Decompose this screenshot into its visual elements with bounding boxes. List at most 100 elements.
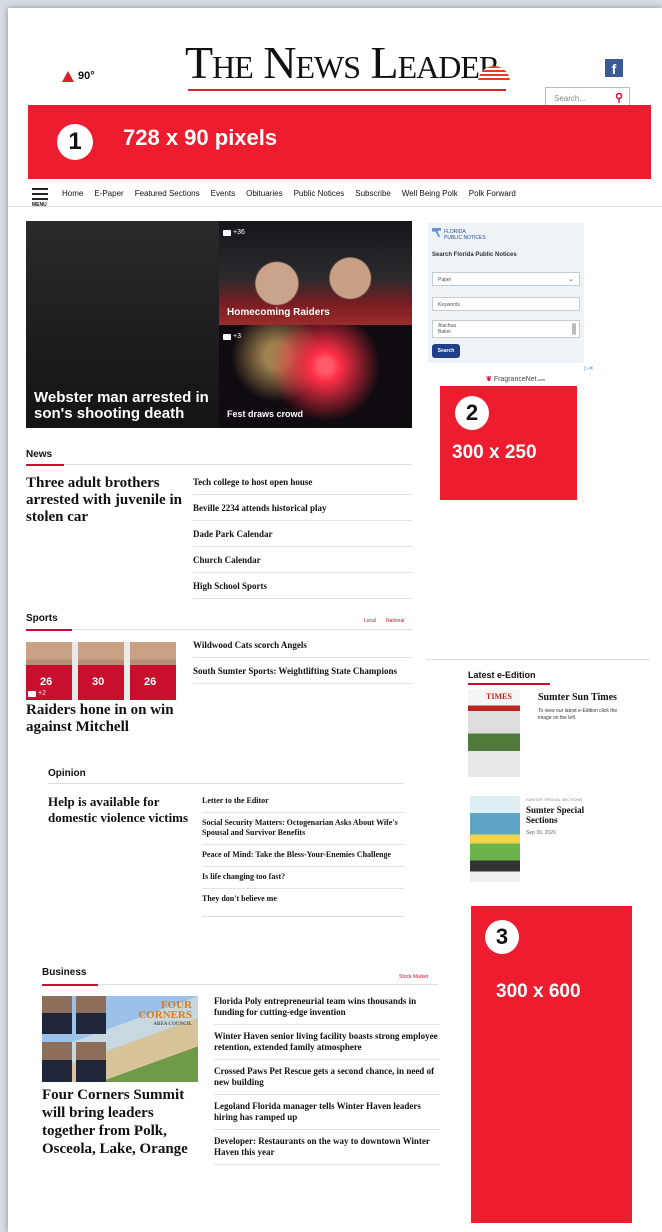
ad-half-page[interactable]: 3 300 x 600 <box>471 906 632 1223</box>
nav-subscribe[interactable]: Subscribe <box>355 189 391 198</box>
site-logo[interactable]: The News Leader <box>185 36 500 89</box>
list-item[interactable]: Social Security Matters: Octogenarian As… <box>202 813 404 845</box>
list-item[interactable]: Beville 2234 attends historical play <box>193 495 412 521</box>
list-item[interactable]: Wildwood Cats scorch Angels <box>193 636 412 658</box>
ad-medium-rectangle[interactable]: 2 300 x 250 <box>440 386 577 500</box>
business-lead-image[interactable]: FOUR CORNERS AREA COUNCIL <box>42 996 198 1082</box>
list-item[interactable]: Dade Park Calendar <box>193 521 412 547</box>
list-item[interactable]: Winter Haven senior living facility boas… <box>214 1025 440 1060</box>
news-heading[interactable]: News <box>26 449 52 460</box>
nav-polk-forward[interactable]: Polk Forward <box>469 189 516 198</box>
weather-widget[interactable]: 90° <box>62 70 95 82</box>
list-item[interactable]: Legoland Florida manager tells Winter Ha… <box>214 1095 440 1130</box>
florida-map-icon <box>432 228 441 237</box>
section-underline <box>42 984 98 986</box>
list-item[interactable]: They don't believe me <box>202 889 404 910</box>
hero-main-story[interactable]: Webster man arrested in son's shooting d… <box>26 221 219 428</box>
photo-count: +3 <box>223 333 241 340</box>
opinion-heading[interactable]: Opinion <box>48 768 86 779</box>
list-item[interactable]: Florida Poly entrepreneurial team wins t… <box>214 992 440 1025</box>
list-item[interactable]: Letter to the Editor <box>202 792 404 813</box>
list-item[interactable]: South Sumter Sports: Weightlifting State… <box>193 658 412 684</box>
ad-size-label: 300 x 600 <box>496 981 581 1002</box>
hero-homecoming-story[interactable]: +36 Homecoming Raiders <box>219 221 412 325</box>
e-edition-cover[interactable]: TIMES <box>468 690 520 777</box>
nav-well-being-polk[interactable]: Well Being Polk <box>402 189 458 198</box>
edition-title[interactable]: Sumter Sun Times <box>538 692 617 703</box>
ad-number-badge: 1 <box>57 124 93 160</box>
facebook-icon[interactable]: f <box>605 59 623 77</box>
hero-fest-title[interactable]: Fest draws crowd <box>227 409 303 419</box>
hero-fest-story[interactable]: +3 Fest draws crowd <box>219 325 412 428</box>
player-photo: 30 <box>78 642 124 700</box>
list-item[interactable]: Developer: Restaurants on the way to dow… <box>214 1130 440 1165</box>
list-item[interactable]: Peace of Mind: Take the Bless-Your-Enemi… <box>202 845 404 867</box>
section-divider <box>48 783 404 784</box>
logo-underline <box>188 89 506 91</box>
adchoices-icon[interactable]: ▷✕ <box>584 365 594 372</box>
hero-homecoming-title[interactable]: Homecoming Raiders <box>227 307 330 318</box>
fragrance-icon: ❦ <box>486 376 492 383</box>
sports-tab-national[interactable]: National <box>386 618 404 624</box>
ad-leaderboard[interactable]: 1 728 x 90 pixels <box>28 105 651 179</box>
hero-grid: Webster man arrested in son's shooting d… <box>26 221 412 428</box>
person-photo <box>42 996 72 1034</box>
sports-tab-local[interactable]: Local <box>364 618 376 624</box>
sports-heading[interactable]: Sports <box>26 613 58 624</box>
nav-obituaries[interactable]: Obituaries <box>246 189 282 198</box>
list-item[interactable]: Crossed Paws Pet Rescue gets a second ch… <box>214 1060 440 1095</box>
nav-divider <box>8 206 662 207</box>
search-button[interactable]: Search <box>432 344 460 358</box>
ad-number-badge: 2 <box>455 396 489 430</box>
camera-icon <box>223 229 231 236</box>
news-list: Tech college to host open house Beville … <box>193 473 412 599</box>
keywords-input[interactable]: Keywords <box>432 297 580 311</box>
chevron-down-icon: ⌄ <box>568 276 574 283</box>
nav-public-notices[interactable]: Public Notices <box>294 189 345 198</box>
public-notices-heading: Search Florida Public Notices <box>432 252 517 258</box>
nav-featured-sections[interactable]: Featured Sections <box>135 189 200 198</box>
list-item[interactable]: Tech college to host open house <box>193 473 412 495</box>
public-notices-logo: FLORIDA PUBLIC NOTICES <box>444 229 486 241</box>
player-photo: 26 <box>130 642 176 700</box>
list-item[interactable]: High School Sports <box>193 573 412 599</box>
fragrancenet-ad[interactable]: ❦ FragranceNet.com <box>486 375 545 383</box>
nav-e-paper[interactable]: E-Paper <box>94 189 123 198</box>
weather-alert-icon <box>62 70 74 82</box>
public-notices-widget: FLORIDA PUBLIC NOTICES Search Florida Pub… <box>428 223 584 363</box>
main-nav: Home E-Paper Featured Sections Events Ob… <box>62 189 516 198</box>
paper-select[interactable]: Paper ⌄ <box>432 272 580 286</box>
scrollbar[interactable] <box>572 323 576 335</box>
section-underline <box>468 683 550 685</box>
nav-home[interactable]: Home <box>62 189 83 198</box>
stock-market-link[interactable]: Stock Market <box>399 974 428 980</box>
special-sections-cover[interactable] <box>470 796 520 882</box>
camera-icon <box>28 690 36 697</box>
special-sections-title[interactable]: Sumter Special Sections <box>526 805 606 825</box>
list-item[interactable]: Church Calendar <box>193 547 412 573</box>
hamburger-menu-icon[interactable]: MENU <box>32 188 48 208</box>
business-heading[interactable]: Business <box>42 967 86 978</box>
edition-divider <box>426 659 650 660</box>
sports-lead-image[interactable]: 26 30 26 +2 <box>26 642 176 700</box>
edition-heading[interactable]: Latest e-Edition <box>468 670 536 680</box>
edition-description: To view our latest e-Edition click the i… <box>538 708 618 721</box>
list-item[interactable]: Is life changing too fast? <box>202 867 404 889</box>
section-divider <box>26 629 412 630</box>
opinion-lead-headline[interactable]: Help is available for domestic violence … <box>48 794 198 826</box>
four-corners-logo: FOUR CORNERS AREA COUNCIL <box>138 999 192 1028</box>
sports-list: Wildwood Cats scorch Angels South Sumter… <box>193 636 412 684</box>
person-photo <box>42 1042 72 1082</box>
section-divider <box>42 984 438 985</box>
hero-main-title[interactable]: Webster man arrested in son's shooting d… <box>34 390 214 422</box>
nav-events[interactable]: Events <box>211 189 235 198</box>
section-underline <box>26 464 64 466</box>
camera-icon <box>223 333 231 340</box>
news-lead-headline[interactable]: Three adult brothers arrested with juven… <box>26 475 186 526</box>
business-lead-headline[interactable]: Four Corners Summit will bring leaders t… <box>42 1086 207 1158</box>
person-photo <box>76 1042 106 1082</box>
business-list: Florida Poly entrepreneurial team wins t… <box>214 992 440 1165</box>
sports-lead-headline[interactable]: Raiders hone in on win against Mitchell <box>26 702 186 736</box>
search-icon[interactable]: ⚲ <box>615 91 623 104</box>
county-list[interactable]: Alachua Baker <box>432 320 580 338</box>
